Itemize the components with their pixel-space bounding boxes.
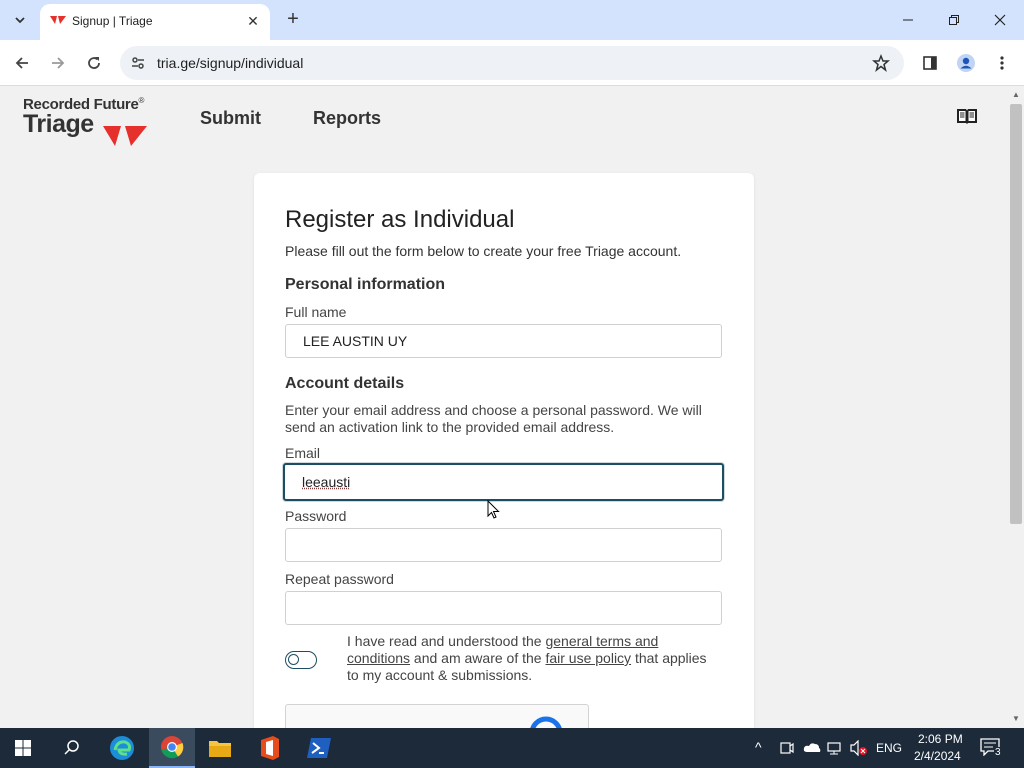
recaptcha-logo-icon bbox=[530, 716, 562, 728]
taskbar-file-explorer[interactable] bbox=[197, 728, 243, 768]
side-panel-icon bbox=[923, 56, 937, 70]
triage-logo-icon bbox=[103, 126, 147, 146]
tab-title: Signup | Triage bbox=[72, 14, 153, 28]
account-details-description: Enter your email address and choose a pe… bbox=[285, 402, 702, 435]
profile-button[interactable] bbox=[954, 51, 978, 75]
notification-count-badge: 3 bbox=[994, 747, 1002, 758]
clock-date[interactable]: 2/4/2024 bbox=[914, 749, 961, 763]
search-icon bbox=[64, 740, 79, 755]
site-logo[interactable]: Recorded Future® Triage bbox=[23, 96, 147, 146]
taskbar-edge[interactable] bbox=[99, 728, 145, 768]
minimize-button[interactable] bbox=[898, 10, 918, 30]
new-tab-button[interactable]: + bbox=[282, 8, 304, 30]
page-content: Recorded Future® Triage Submit Reports R… bbox=[0, 87, 1008, 728]
form-subtitle: Please fill out the form below to create… bbox=[285, 243, 682, 259]
url-text[interactable]: tria.ge/signup/individual bbox=[157, 55, 303, 71]
search-button[interactable] bbox=[49, 728, 95, 768]
address-bar[interactable]: tria.ge/signup/individual bbox=[120, 46, 904, 80]
email-field[interactable]: leeausti bbox=[283, 463, 724, 501]
nav-submit[interactable]: Submit bbox=[200, 108, 261, 129]
terms-middle: and am aware of the bbox=[410, 650, 546, 666]
password-field[interactable] bbox=[285, 528, 722, 562]
tab-search-button[interactable] bbox=[8, 8, 32, 32]
chevron-down-icon bbox=[15, 17, 25, 24]
password-label: Password bbox=[285, 508, 347, 524]
signup-card: Register as Individual Please fill out t… bbox=[254, 173, 754, 728]
scroll-down-icon[interactable]: ▼ bbox=[1010, 714, 1022, 724]
toggle-knob bbox=[288, 654, 299, 665]
email-value: leeausti bbox=[302, 474, 351, 490]
scrollbar-thumb[interactable] bbox=[1010, 104, 1022, 524]
site-settings-icon[interactable] bbox=[130, 55, 146, 71]
fair-use-link[interactable]: fair use policy bbox=[545, 650, 631, 666]
language-indicator[interactable]: ENG bbox=[876, 741, 902, 755]
office-icon bbox=[261, 736, 279, 760]
recaptcha-widget[interactable] bbox=[285, 704, 589, 728]
volume-muted-icon[interactable] bbox=[850, 740, 868, 756]
start-button[interactable] bbox=[0, 728, 46, 768]
network-icon[interactable] bbox=[827, 740, 843, 756]
page-title: Register as Individual bbox=[285, 206, 515, 233]
taskbar-office[interactable] bbox=[247, 728, 293, 768]
logo-registered-mark: ® bbox=[138, 96, 145, 105]
windows-taskbar: ^ ENG 2:06 PM 2/4/2024 3 bbox=[0, 728, 1024, 768]
terms-text: I have read and understood the general t… bbox=[347, 633, 707, 684]
arrow-left-icon bbox=[15, 57, 28, 69]
full-name-field[interactable]: LEE AUSTIN UY bbox=[285, 324, 722, 358]
browser-tab-strip: Signup | Triage ✕ + bbox=[0, 0, 1024, 40]
repeat-password-field[interactable] bbox=[285, 591, 722, 625]
browser-menu-button[interactable] bbox=[990, 51, 1014, 75]
tray-chevron-up-icon[interactable]: ^ bbox=[755, 739, 762, 755]
forward-button[interactable] bbox=[46, 51, 70, 75]
chrome-icon bbox=[161, 736, 184, 759]
documentation-book-icon[interactable] bbox=[955, 106, 979, 126]
nav-reports[interactable]: Reports bbox=[313, 108, 381, 129]
avatar-icon bbox=[957, 54, 975, 72]
terminal-icon bbox=[307, 738, 331, 758]
taskbar-powershell[interactable] bbox=[296, 728, 342, 768]
back-button[interactable] bbox=[10, 51, 34, 75]
taskbar-chrome[interactable] bbox=[149, 728, 195, 768]
email-label: Email bbox=[285, 445, 321, 461]
minimize-icon bbox=[903, 19, 913, 21]
mouse-cursor-icon bbox=[487, 500, 500, 519]
bookmark-star-icon[interactable] bbox=[872, 54, 890, 72]
arrow-right-icon bbox=[52, 57, 65, 69]
reload-button[interactable] bbox=[82, 51, 106, 75]
reload-icon bbox=[88, 57, 100, 69]
side-panel-button[interactable] bbox=[918, 51, 942, 75]
account-details-heading: Account details bbox=[285, 375, 405, 392]
onedrive-icon[interactable] bbox=[803, 741, 821, 753]
full-name-label: Full name bbox=[285, 304, 347, 320]
repeat-password-label: Repeat password bbox=[285, 571, 394, 587]
close-window-button[interactable] bbox=[990, 10, 1010, 30]
triage-favicon-icon bbox=[50, 16, 66, 24]
personal-info-heading: Personal information bbox=[285, 276, 446, 293]
restore-icon bbox=[949, 15, 959, 25]
terms-prefix: I have read and understood the bbox=[347, 633, 546, 649]
notification-center-button[interactable]: 3 bbox=[980, 738, 1002, 758]
browser-toolbar: tria.ge/signup/individual bbox=[0, 40, 1024, 86]
clock-time[interactable]: 2:06 PM bbox=[918, 732, 963, 746]
restore-button[interactable] bbox=[944, 10, 964, 30]
more-vertical-icon bbox=[1000, 56, 1004, 70]
edge-icon bbox=[110, 736, 134, 760]
browser-tab[interactable]: Signup | Triage ✕ bbox=[40, 4, 270, 40]
close-icon bbox=[994, 14, 1006, 26]
terms-toggle[interactable] bbox=[285, 651, 317, 669]
scroll-up-icon[interactable]: ▲ bbox=[1010, 90, 1022, 100]
windows-logo-icon bbox=[15, 740, 31, 756]
folder-icon bbox=[209, 741, 231, 757]
meet-now-icon[interactable] bbox=[780, 740, 794, 756]
tab-close-icon[interactable]: ✕ bbox=[244, 12, 262, 30]
